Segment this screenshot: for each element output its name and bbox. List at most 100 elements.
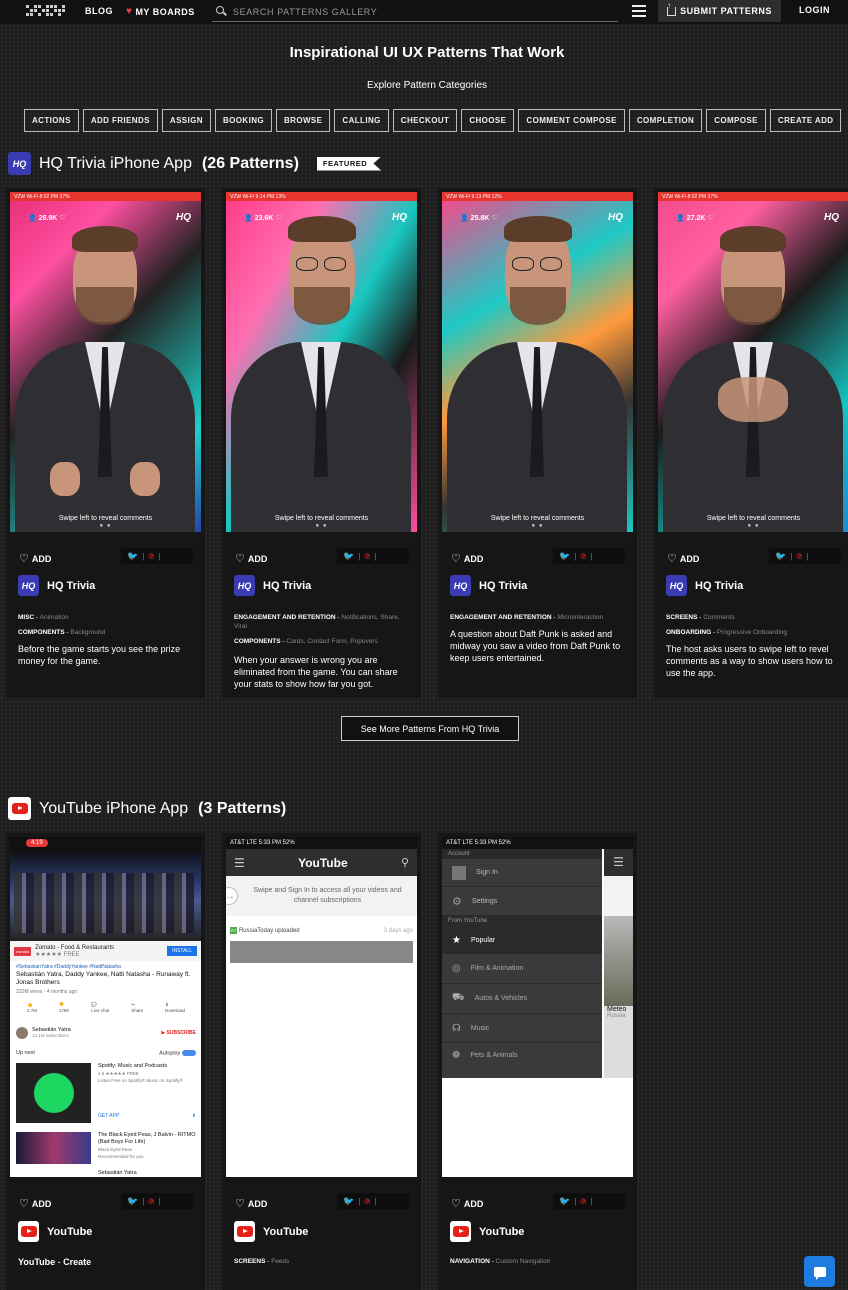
yt-section-header: YouTube iPhone App (3 Patterns) [8,797,286,820]
app-row[interactable]: HQ HQ Trivia [666,575,743,596]
drawer-item-popular[interactable]: ★ Popular [442,926,602,954]
heart-outline-icon: ♡ [667,553,677,565]
drawer-item-pets[interactable]: ❁ Pets & Animals [442,1043,602,1068]
yt-section-title[interactable]: YouTube iPhone App [39,800,188,818]
drawer-item-sign-in[interactable]: Sign In [442,859,602,887]
hq-watermark: HQ [392,212,407,223]
time-badge: 4:19 [26,839,48,847]
twitter-icon[interactable]: 🐦 [775,551,786,562]
viewer-count: 👤 26.9K ♡ [28,215,66,222]
category-create-add[interactable]: CREATE ADD [769,109,842,132]
pinterest-icon[interactable]: ℗ [364,1197,370,1206]
twitter-icon[interactable]: 🐦 [559,551,570,562]
pattern-screenshot[interactable]: VZW Wi-Fi 9:13 PM 12% 👤 25.8K ♡ HQ Swipe… [442,192,633,532]
twitter-icon[interactable]: 🐦 [127,1196,138,1207]
main-peek: ☰ Meteo Russia [604,849,633,1078]
youtube-wordmark: YouTube [298,855,348,870]
category-assign[interactable]: ASSIGN [161,109,211,132]
app-row[interactable]: HQ HQ Trivia [234,575,311,596]
category-checkout[interactable]: CHECKOUT [392,109,458,132]
search-icon[interactable] [215,5,229,19]
drawer-item-autos[interactable]: ⛟ Autos & Vehicles [442,984,602,1014]
category-comment-compose[interactable]: COMMENT COMPOSE [518,109,625,132]
pattern-screenshot[interactable]: VZW Wi-Fi 8:02 PM 37% 👤 27.2K ♡ HQ Swipe… [658,192,848,532]
nav-my-boards[interactable]: ♥ MY BOARDS [126,6,195,17]
app-row[interactable]: YouTube [450,1221,524,1242]
category-actions[interactable]: ACTIONS [24,109,79,132]
add-to-board-button[interactable]: ♡ ADD [235,1197,267,1210]
app-row[interactable]: YouTube [234,1221,308,1242]
pinterest-icon[interactable]: ℗ [796,552,802,561]
arrow-right-icon[interactable]: → [226,887,238,905]
category-compose[interactable]: COMPOSE [706,109,766,132]
pattern-screenshot[interactable]: AT&T LTE 5:33 PM 52% ☰ YouTube ⚲ → Swipe… [226,837,417,1177]
star-icon: ★ [452,934,461,946]
heart-outline-icon: ♡ [235,553,245,565]
pinterest-icon[interactable]: ℗ [580,1197,586,1206]
drawer-item-settings[interactable]: ⚙ Settings [442,887,602,916]
menu-icon[interactable]: ☰ [234,856,245,870]
install-button[interactable]: INSTALL [167,946,197,956]
pinterest-icon[interactable]: ℗ [580,552,586,561]
app-row[interactable]: YouTube [18,1221,92,1242]
heart-outline-icon: ♡ [451,553,461,565]
add-to-board-button[interactable]: ♡ ADD [235,552,267,565]
hq-watermark: HQ [608,212,623,223]
hq-app-logo[interactable]: HQ [8,152,31,175]
chat-button[interactable] [804,1256,835,1287]
add-to-board-button[interactable]: ♡ ADD [451,552,483,565]
login-link[interactable]: LOGIN [799,5,830,15]
pattern-card: 4:19 zomato Zomato - Food & Restaurants ★… [6,833,205,1290]
pattern-card: VZW Wi-Fi 9:14 PM 13% 👤 23.6K ♡ HQ Swipe… [222,188,421,698]
category-completion[interactable]: COMPLETION [628,109,703,132]
add-to-board-button[interactable]: ♡ ADD [451,1197,483,1210]
search-icon[interactable]: ⚲ [401,856,409,869]
nav-blog[interactable]: BLOG [85,6,113,16]
add-to-board-button[interactable]: ♡ ADD [19,1197,51,1210]
category-choose[interactable]: CHOOSE [461,109,515,132]
add-to-board-button[interactable]: ♡ ADD [19,552,51,565]
app-row[interactable]: HQ HQ Trivia [450,575,527,596]
drawer-item-music[interactable]: ☊ Music [442,1014,602,1043]
share-bar: 🐦 | ℗ | [769,548,841,564]
pinterest-icon[interactable]: ℗ [364,552,370,561]
submit-patterns-button[interactable]: SUBMIT PATTERNS [658,0,781,22]
pattern-screenshot[interactable]: VZW Wi-Fi 8:02 PM 37% 👤 26.9K ♡ HQ Swipe… [10,192,201,532]
phone-status-bar: VZW Wi-Fi 8:02 PM 37% [658,192,848,201]
app-row[interactable]: HQ HQ Trivia [18,575,95,596]
heart-outline-icon: ♡ [19,553,29,565]
side-drawer: Account Sign In ⚙ Settings From YouTube ★… [442,849,602,1078]
phone-status-bar: AT&T LTE 5:33 PM 52% [442,837,633,849]
get-app-button[interactable]: GET APP ⬇ [98,1113,196,1119]
pattern-screenshot[interactable]: 4:19 zomato Zomato - Food & Restaurants ★… [10,837,201,1177]
pattern-card: AT&T LTE 5:33 PM 52% ☰ YouTube ⚲ → Swipe… [222,833,421,1290]
pinterest-icon[interactable]: ℗ [148,552,154,561]
twitter-icon[interactable]: 🐦 [343,551,354,562]
twitter-icon[interactable]: 🐦 [343,1196,354,1207]
pinterest-icon[interactable]: ℗ [148,1197,154,1206]
twitter-icon[interactable]: 🐦 [559,1196,570,1207]
swipe-hint: Swipe left to reveal comments [58,515,153,522]
autoplay-toggle[interactable] [182,1050,196,1056]
subscribe-button[interactable]: ▶ SUBSCRIBE [161,1030,196,1036]
category-list: ACTIONS ADD FRIENDS ASSIGN BOOKING BROWS… [24,109,842,132]
see-more-hq-button[interactable]: See More Patterns From HQ Trivia [341,716,519,741]
hq-section-title[interactable]: HQ Trivia iPhone App [39,155,192,173]
pattern-screenshot[interactable]: VZW Wi-Fi 9:14 PM 13% 👤 23.6K ♡ HQ Swipe… [226,192,417,532]
pattern-card: VZW Wi-Fi 8:02 PM 37% 👤 26.9K ♡ HQ Swipe… [6,188,205,698]
pattern-screenshot[interactable]: AT&T LTE 5:33 PM 52% Account Sign In ⚙ Se… [442,837,633,1177]
category-browse[interactable]: BROWSE [276,109,331,132]
hamburger-menu-icon[interactable] [632,5,646,17]
category-booking[interactable]: BOOKING [214,109,272,132]
category-add-friends[interactable]: ADD FRIENDS [82,109,158,132]
menu-icon[interactable]: ☰ [604,849,633,876]
add-to-board-button[interactable]: ♡ ADD [667,552,699,565]
pattern-tags: SCREENS - Comments ONBOARDING - Progress… [666,614,788,636]
twitter-icon[interactable]: 🐦 [127,551,138,562]
site-logo[interactable] [26,5,68,18]
youtube-app-logo[interactable] [8,797,31,820]
drawer-item-film[interactable]: ◎ Film & Animation [442,954,602,984]
spotify-logo [33,1073,74,1113]
category-calling[interactable]: CALLING [334,109,389,132]
search-input[interactable] [233,6,613,17]
